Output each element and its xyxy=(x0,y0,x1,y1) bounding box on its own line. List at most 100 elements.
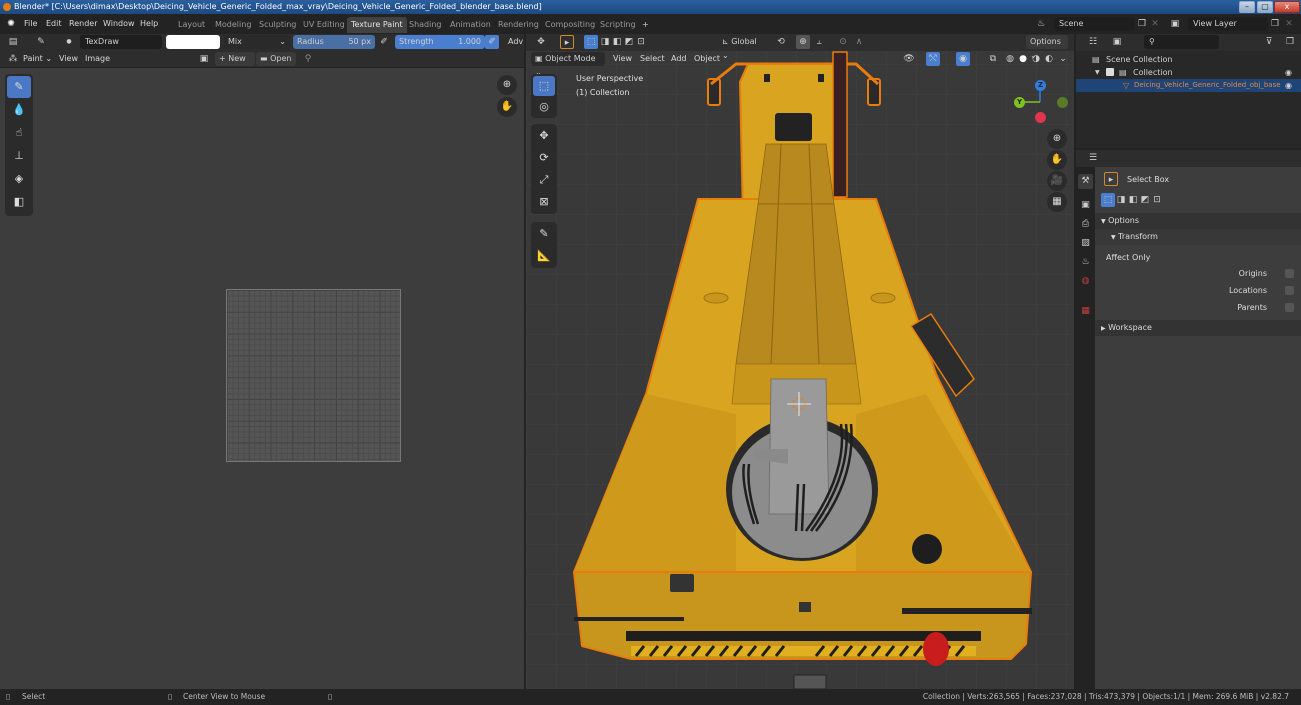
options-button[interactable]: Options ⌄ xyxy=(1026,35,1068,60)
pivot-point-icon[interactable]: ⟲ xyxy=(774,35,788,49)
strength-pressure-icon[interactable]: ✐ xyxy=(485,35,499,49)
maximize-button[interactable]: ▢ xyxy=(1257,1,1273,13)
tab-texture[interactable]: ▦ xyxy=(1078,304,1093,319)
select-intersect-icon[interactable]: ⊡ xyxy=(1150,193,1164,207)
tool-transform[interactable]: ⊠ xyxy=(533,192,555,212)
eye-icon[interactable]: ◉ xyxy=(1285,79,1292,92)
pin-icon[interactable]: ⚲ xyxy=(301,52,315,66)
menu-image[interactable]: Image xyxy=(82,52,113,66)
outliner-row-scene-collection[interactable]: ▤ Scene Collection xyxy=(1076,53,1301,66)
menu-object[interactable]: Object xyxy=(691,52,723,66)
outliner-row-object[interactable]: ▽ Deicing_Vehicle_Generic_Folded_obj_bas… xyxy=(1076,79,1301,92)
tool-soften[interactable]: 💧 xyxy=(7,99,31,121)
brush-color-swatch[interactable] xyxy=(166,35,220,49)
falloff-icon[interactable]: ∧ xyxy=(852,35,866,49)
tool-mask[interactable]: ◧ xyxy=(7,191,31,213)
pan-view-icon[interactable]: ✋ xyxy=(497,97,517,117)
image-editor[interactable]: ▤ ✎ ● TexDraw Mix ⌄ Radius 50 px ✐ Strengt… xyxy=(0,34,524,689)
paint-mode-select[interactable]: Paint ⌄ xyxy=(20,52,55,66)
3d-viewport[interactable]: ✥ ▸ ⬚ ◨ ◧ ◩ ⊡ ⊾ Global ⌄ ⟲ ⊕ ⫠ ⊙ ∧ Optio… xyxy=(526,34,1074,689)
add-workspace-button[interactable]: + xyxy=(638,17,653,33)
wireframe-shading-icon[interactable]: ◍ xyxy=(1003,52,1017,66)
parents-checkbox[interactable] xyxy=(1285,303,1294,312)
material-shading-icon[interactable]: ◑ xyxy=(1029,52,1043,66)
tab-tool[interactable]: ⚒ xyxy=(1078,174,1093,189)
tab-shading[interactable]: Shading xyxy=(405,17,446,33)
locations-checkbox[interactable] xyxy=(1285,286,1294,295)
close-button[interactable]: x xyxy=(1274,1,1300,13)
tab-animation[interactable]: Animation xyxy=(446,17,495,33)
new-scene-icon[interactable]: ❐ xyxy=(1135,17,1149,31)
tab-world[interactable]: ◍ xyxy=(1078,274,1093,289)
workspace-panel-header[interactable]: ▶ Workspace xyxy=(1095,320,1301,336)
menu-file[interactable]: File xyxy=(21,17,40,31)
tool-annotate[interactable]: ✎ xyxy=(533,224,555,244)
open-image-button[interactable]: ▬ Open xyxy=(256,52,296,66)
shading-options-icon[interactable]: ⌄ xyxy=(1056,52,1070,66)
visibility-icon[interactable]: 👁 xyxy=(902,52,916,66)
menu-help[interactable]: Help xyxy=(137,17,161,31)
menu-window[interactable]: Window xyxy=(100,17,138,31)
view-layer-field[interactable]: View Layer xyxy=(1188,17,1268,31)
editor-type-icon[interactable]: ▤ xyxy=(6,35,20,49)
expand-arrow-icon[interactable]: ▼ xyxy=(1095,66,1100,79)
select-intersect-icon[interactable]: ⊡ xyxy=(634,35,648,49)
tab-view-layer[interactable]: ▨ xyxy=(1078,236,1093,251)
remove-scene-icon[interactable]: ✕ xyxy=(1148,17,1162,31)
tool-select-box[interactable]: ⬚ xyxy=(533,76,555,96)
tab-scene[interactable]: ♨ xyxy=(1078,255,1093,270)
origins-checkbox[interactable] xyxy=(1285,269,1294,278)
tool-move[interactable]: ✥ xyxy=(533,126,555,146)
editor-type-icon[interactable]: ☰ xyxy=(1086,151,1100,165)
menu-select[interactable]: Select xyxy=(637,52,668,66)
rendered-shading-icon[interactable]: ◐ xyxy=(1042,52,1056,66)
menu-edit[interactable]: Edit xyxy=(43,17,65,31)
tool-smear[interactable]: ☝ xyxy=(7,122,31,144)
strength-slider[interactable]: Strength 1.000 xyxy=(395,35,485,49)
display-mode-icon[interactable]: ▣ xyxy=(1110,35,1124,49)
paint-brush-icon[interactable]: ✎ xyxy=(34,35,48,49)
new-image-button[interactable]: + New xyxy=(215,52,255,66)
new-collection-icon[interactable]: ❐ xyxy=(1283,35,1297,49)
tab-rendering[interactable]: Rendering xyxy=(494,17,543,33)
editor-type-icon[interactable]: ✥ xyxy=(534,35,548,49)
menu-view[interactable]: View xyxy=(56,52,81,66)
tool-clone[interactable]: ⊥ xyxy=(7,145,31,167)
xray-toggle-icon[interactable]: ⧉ xyxy=(986,52,1000,66)
transform-orientation-select[interactable]: ⊾ Global ⌄ xyxy=(718,35,770,60)
zoom-view-icon[interactable]: ⊕ xyxy=(497,75,517,95)
outliner-row-collection[interactable]: ▼ ▤ Collection ◉ xyxy=(1076,66,1301,79)
select-new-icon[interactable]: ⬚ xyxy=(1101,193,1115,207)
menu-view[interactable]: View xyxy=(610,52,635,66)
tool-cursor[interactable]: ◎ xyxy=(533,97,555,117)
tab-texture-paint[interactable]: Texture Paint xyxy=(347,17,407,33)
brush-name-field[interactable]: TexDraw xyxy=(80,35,162,49)
image-browse-icon[interactable]: ▣ xyxy=(197,52,211,66)
tab-modeling[interactable]: Modeling xyxy=(211,17,255,33)
select-new-icon[interactable]: ⬚ xyxy=(584,35,598,49)
tool-measure[interactable]: 📐 xyxy=(533,246,555,266)
menu-render[interactable]: Render xyxy=(66,17,100,31)
solid-shading-icon[interactable]: ● xyxy=(1016,52,1030,66)
filter-icon[interactable]: ⊽ xyxy=(1262,35,1276,49)
snap-icon[interactable]: ⊕ xyxy=(796,35,810,49)
editor-type-icon[interactable]: ☷ xyxy=(1086,35,1100,49)
gizmo-toggle-icon[interactable]: ⤲ xyxy=(926,52,940,66)
blend-mode-select[interactable]: Mix ⌄ xyxy=(224,35,290,49)
tab-output[interactable]: ⎙ xyxy=(1078,217,1093,232)
menu-add[interactable]: Add xyxy=(668,52,690,66)
radius-pressure-icon[interactable]: ✐ xyxy=(377,35,391,49)
deicing-vehicle-model[interactable] xyxy=(526,34,1074,689)
outliner-search-input[interactable]: ⚲ xyxy=(1144,35,1219,49)
tab-uv-editing[interactable]: UV Editing xyxy=(299,17,349,33)
minimize-button[interactable]: – xyxy=(1239,1,1255,13)
scene-icon[interactable]: ♨ xyxy=(1034,17,1048,31)
radius-slider[interactable]: Radius 50 px xyxy=(293,35,375,49)
collection-checkbox[interactable] xyxy=(1106,68,1114,76)
new-view-layer-icon[interactable]: ❐ xyxy=(1268,17,1282,31)
gizmo-x-axis[interactable] xyxy=(1035,112,1046,123)
select-tool-icon[interactable]: ▸ xyxy=(560,35,574,49)
blender-menu-icon[interactable]: ✺ xyxy=(4,17,18,31)
gizmo-y-axis[interactable]: Y xyxy=(1014,97,1025,108)
view-layer-icon[interactable]: ▣ xyxy=(1168,17,1182,31)
